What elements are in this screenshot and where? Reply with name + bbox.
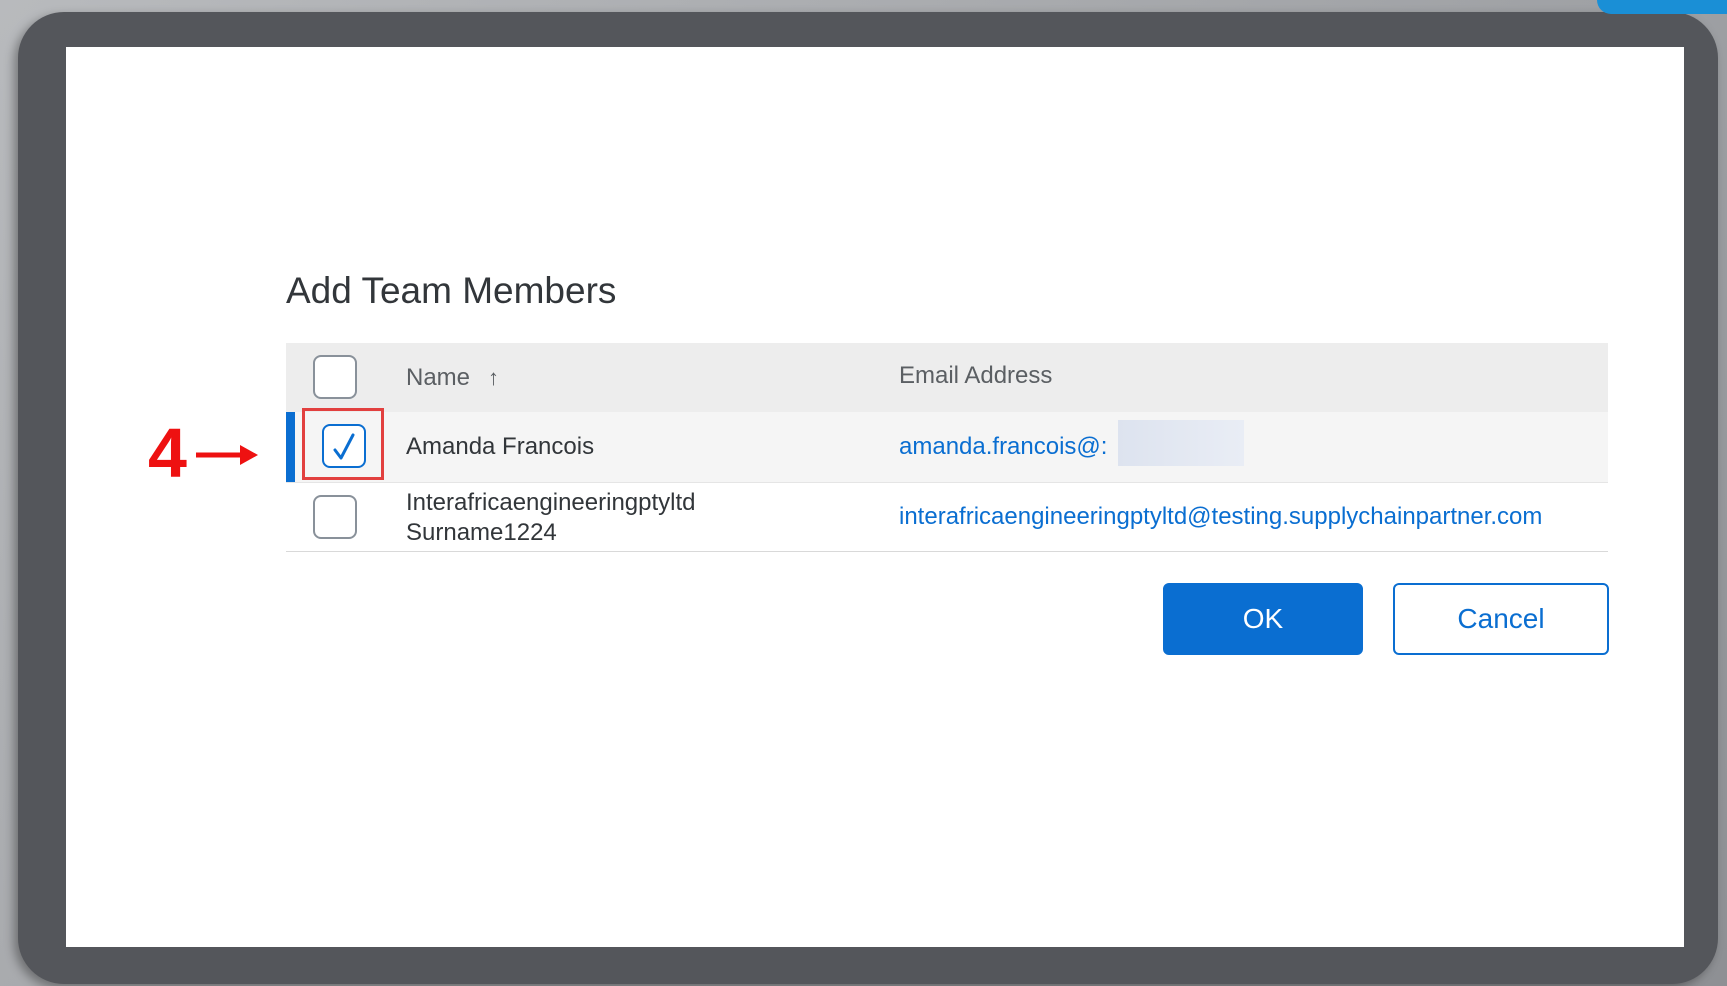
cancel-button[interactable]: Cancel: [1393, 583, 1609, 655]
member-email-link[interactable]: amanda.francois@:: [899, 432, 1107, 462]
table-row[interactable]: Amanda Francois amanda.francois@:: [286, 412, 1608, 483]
member-email-link[interactable]: interafricaengineeringptyltd@testing.sup…: [899, 502, 1542, 532]
member-name-line1: Interafricaengineeringptyltd: [406, 489, 696, 516]
redacted-area: [1118, 420, 1244, 466]
column-header-name[interactable]: Name ↑: [406, 363, 499, 393]
table-row[interactable]: Interafricaengineeringptyltd Surname1224…: [286, 483, 1608, 552]
arrow-right-icon: [196, 445, 258, 465]
table-header-row: Name ↑ Email Address: [286, 343, 1608, 412]
member-name: Interafricaengineeringptyltd Surname1224: [406, 488, 696, 548]
ok-button[interactable]: OK: [1163, 583, 1363, 655]
selection-indicator: [286, 412, 295, 482]
row-checkbox-interafrica[interactable]: [313, 495, 357, 539]
select-all-checkbox[interactable]: [313, 355, 357, 399]
column-header-email[interactable]: Email Address: [899, 361, 1052, 391]
annotation-step-number: 4: [148, 414, 187, 492]
member-name-line2: Surname1224: [406, 519, 557, 546]
column-header-name-label: Name: [406, 364, 471, 391]
team-members-table: Name ↑ Email Address Amanda Francois aman…: [286, 343, 1608, 552]
member-name: Amanda Francois: [406, 433, 595, 460]
annotation-highlight-box: [302, 408, 384, 480]
sort-ascending-icon: ↑: [488, 365, 500, 390]
dialog-title: Add Team Members: [286, 270, 617, 311]
corner-accent: [1597, 0, 1727, 14]
